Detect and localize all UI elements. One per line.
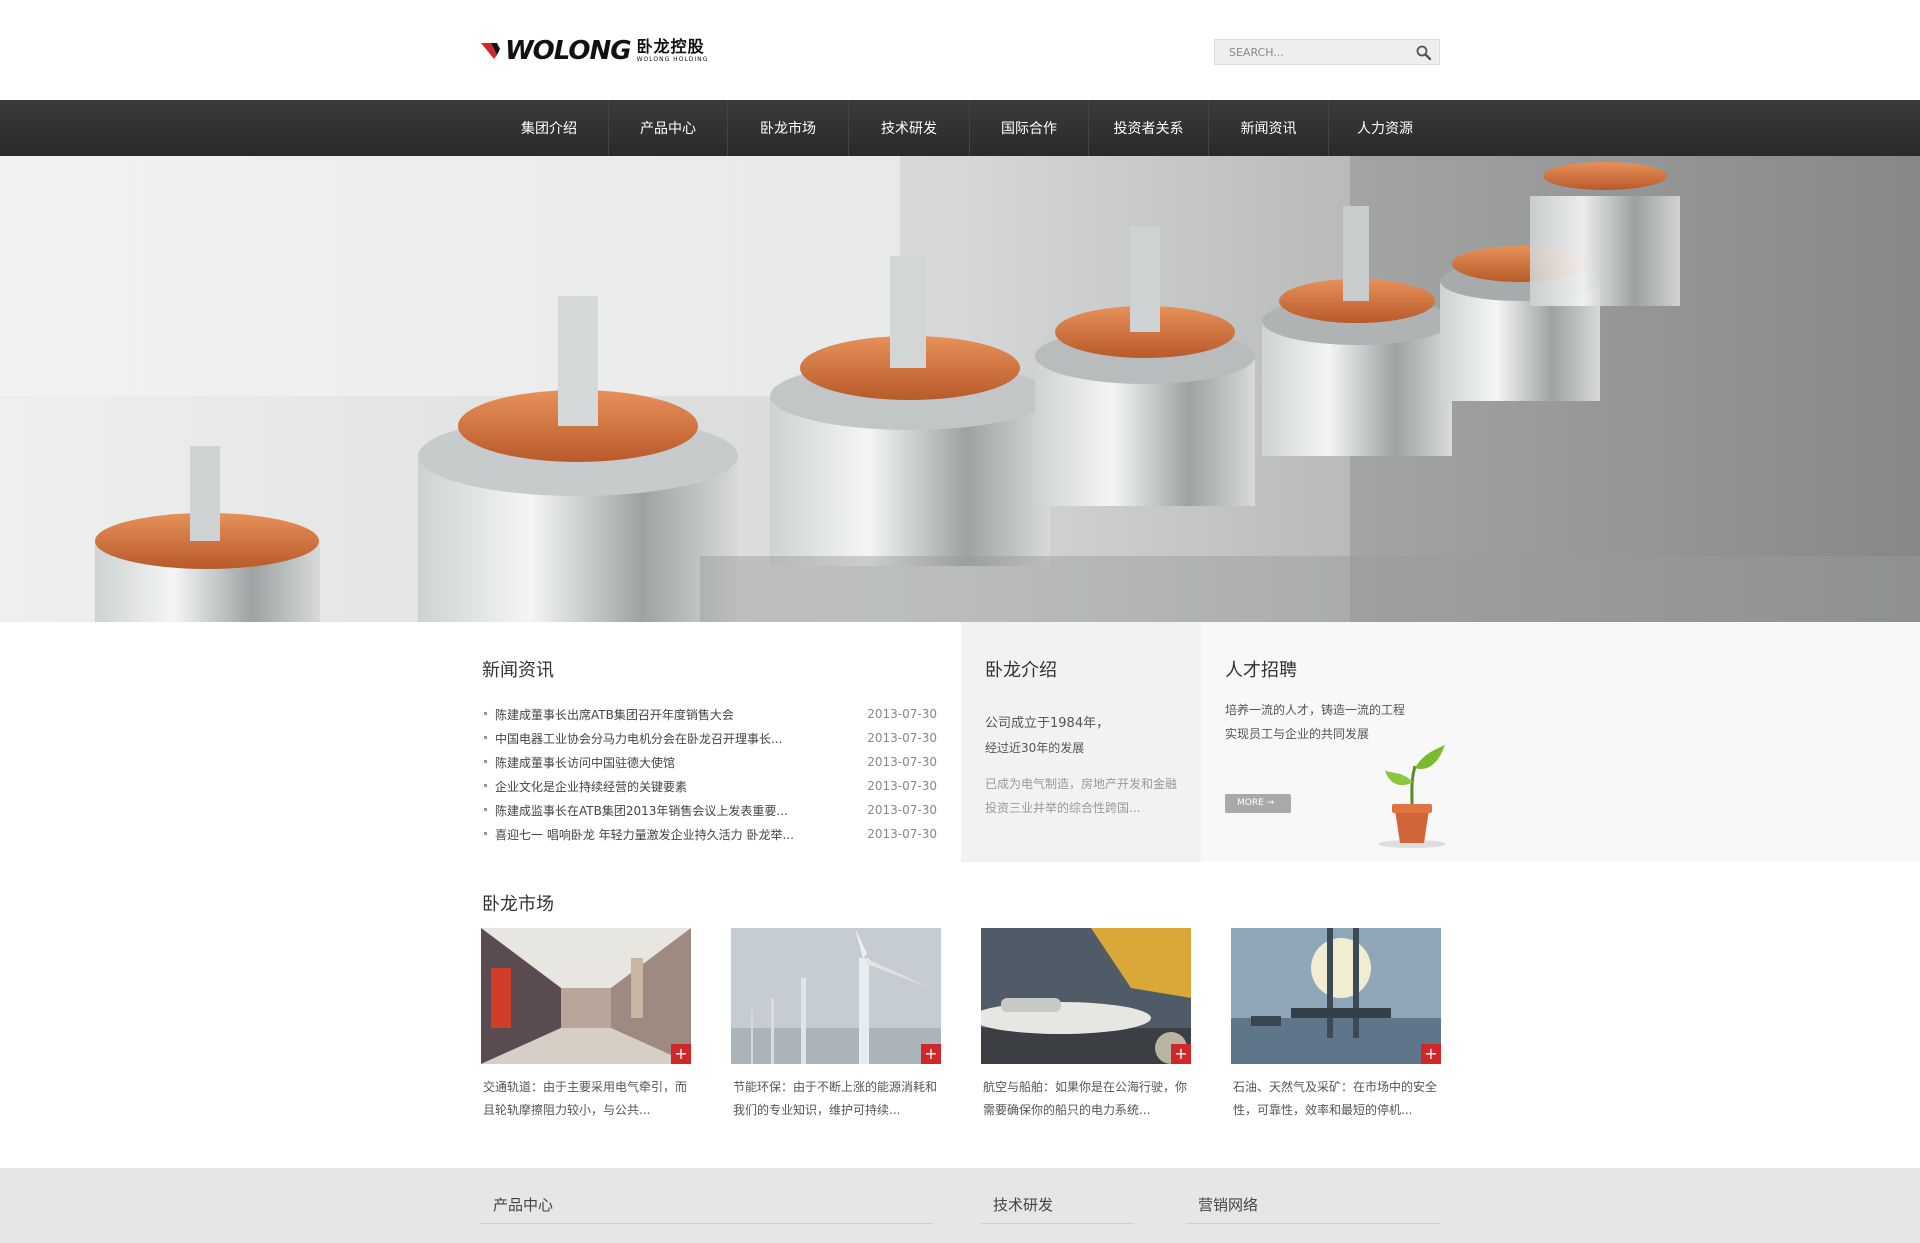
main-nav: 集团介绍 产品中心 卧龙市场 技术研发 国际合作 投资者关系 新闻资讯 人力资源 [0,100,1920,156]
news-item[interactable]: 中国电器工业协会分马力电机分会在卧龙召开理事长... 2013-07-30 [482,726,937,750]
plus-icon[interactable]: + [1171,1044,1191,1064]
market-title: 卧龙市场 [482,894,554,915]
market-card[interactable]: + 航空与船舶：如果你是在公海行驶，你 需要确保你的船只的电力系统... [981,928,1191,1122]
logo-mark-icon [481,43,500,59]
site-header: WOLONG 卧龙控股 WOLONG HOLDING [0,0,1920,100]
footer-products-heading[interactable]: 产品中心 [481,1194,933,1224]
recruit-title: 人才招聘 [1225,660,1297,681]
market-card[interactable]: + 石油、天然气及采矿：在市场中的安全 性，可靠性，效率和最短的停机... [1231,928,1441,1122]
nav-item-investors[interactable]: 投资者关系 [1089,100,1209,156]
about-line: 公司成立于1984年， [985,716,1110,731]
card-line: 节能环保：由于不断上涨的能源消耗和 [733,1080,938,1094]
recruit-section: 人才招聘 培养一流的人才，铸造一流的工程 实现员工与企业的共同发展 MORE → [1201,622,1920,862]
nav-item-rnd[interactable]: 技术研发 [849,100,970,156]
search-icon[interactable] [1415,44,1433,62]
nav-item-international[interactable]: 国际合作 [970,100,1089,156]
logo-subtitle: 卧龙控股 WOLONG HOLDING [637,39,709,63]
card-line: 航空与船舶：如果你是在公海行驶，你 [983,1080,1188,1094]
card-line: 且轮轨摩擦阻力较小，与公共... [483,1103,651,1117]
news-list: 陈建成董事长出席ATB集团召开年度销售大会 2013-07-30 中国电器工业协会… [482,702,937,846]
about-line: 经过近30年的发展 [985,741,1085,755]
news-title: 新闻资讯 [482,660,554,681]
aircraft-image[interactable]: + [981,928,1191,1064]
logo-cn: 卧龙控股 [636,37,705,56]
card-text: 石油、天然气及采矿：在市场中的安全 性，可靠性，效率和最短的停机... [1231,1076,1441,1122]
news-item[interactable]: 企业文化是企业持续经营的关键要素 2013-07-30 [482,774,937,798]
potted-plant-image [1378,744,1446,848]
news-item[interactable]: 喜迎七一 唱响卧龙 年轻力量激发企业持久活力 卧龙举... 2013-07-30 [482,822,937,846]
logo[interactable]: WOLONG 卧龙控股 WOLONG HOLDING [481,36,709,66]
metro-station-image[interactable]: + [481,928,691,1064]
about-line: 已成为电气制造，房地产开发和金融 [985,777,1178,791]
news-item[interactable]: 陈建成董事长访问中国驻德大使馆 2013-07-30 [482,750,937,774]
search-box [1214,39,1440,65]
market-card[interactable]: + 交通轨道：由于主要采用电气牵引，而 且轮轨摩擦阻力较小，与公共... [481,928,691,1122]
about-line: 投资三业并举的综合性跨国... [985,801,1141,815]
about-title: 卧龙介绍 [985,660,1057,681]
plus-icon[interactable]: + [921,1044,941,1064]
card-line: 需要确保你的船只的电力系统... [983,1103,1151,1117]
footer-rnd-heading[interactable]: 技术研发 [981,1194,1134,1224]
card-line: 交通轨道：由于主要采用电气牵引，而 [483,1080,688,1094]
site-footer: 产品中心 技术研发 营销网络 [0,1168,1920,1243]
market-card[interactable]: + 节能环保：由于不断上涨的能源消耗和 我们的专业知识，维护可持续... [731,928,941,1122]
search-input[interactable] [1215,40,1409,64]
card-line: 我们的专业知识，维护可持续... [733,1103,901,1117]
plus-icon[interactable]: + [1421,1044,1441,1064]
card-text: 交通轨道：由于主要采用电气牵引，而 且轮轨摩擦阻力较小，与公共... [481,1076,691,1122]
nav-item-market[interactable]: 卧龙市场 [728,100,849,156]
motor-stators-image [0,156,1920,622]
about-section: 卧龙介绍 公司成立于1984年， 经过近30年的发展 已成为电气制造，房地产开发… [961,622,1201,862]
more-button[interactable]: MORE → [1225,794,1291,813]
about-desc: 已成为电气制造，房地产开发和金融 投资三业并举的综合性跨国... [985,772,1177,820]
nav-item-news[interactable]: 新闻资讯 [1209,100,1329,156]
oil-rig-image[interactable]: + [1231,928,1441,1064]
nav-item-hr[interactable]: 人力资源 [1329,100,1441,156]
logo-text: WOLONG [505,36,632,66]
card-line: 性，可靠性，效率和最短的停机... [1233,1103,1413,1117]
about-intro: 公司成立于1984年， 经过近30年的发展 [985,712,1109,760]
recruit-line: 培养一流的人才，铸造一流的工程 [1225,703,1406,717]
news-item[interactable]: 陈建成董事长出席ATB集团召开年度销售大会 2013-07-30 [482,702,937,726]
footer-marketing-heading[interactable]: 营销网络 [1186,1194,1441,1224]
nav-item-products[interactable]: 产品中心 [609,100,728,156]
hero-banner [0,156,1920,622]
news-section: 新闻资讯 陈建成董事长出席ATB集团召开年度销售大会 2013-07-30 中国电… [482,622,962,862]
card-line: 石油、天然气及采矿：在市场中的安全 [1233,1080,1438,1094]
card-text: 航空与船舶：如果你是在公海行驶，你 需要确保你的船只的电力系统... [981,1076,1191,1122]
plus-icon[interactable]: + [671,1044,691,1064]
card-text: 节能环保：由于不断上涨的能源消耗和 我们的专业知识，维护可持续... [731,1076,941,1122]
recruit-desc: 培养一流的人才，铸造一流的工程 实现员工与企业的共同发展 [1225,698,1405,746]
nav-item-group-intro[interactable]: 集团介绍 [490,100,609,156]
news-item[interactable]: 陈建成监事长在ATB集团2013年销售会议上发表重要... 2013-07-30 [482,798,937,822]
logo-en: WOLONG HOLDING [636,56,709,63]
wind-turbine-image[interactable]: + [731,928,941,1064]
